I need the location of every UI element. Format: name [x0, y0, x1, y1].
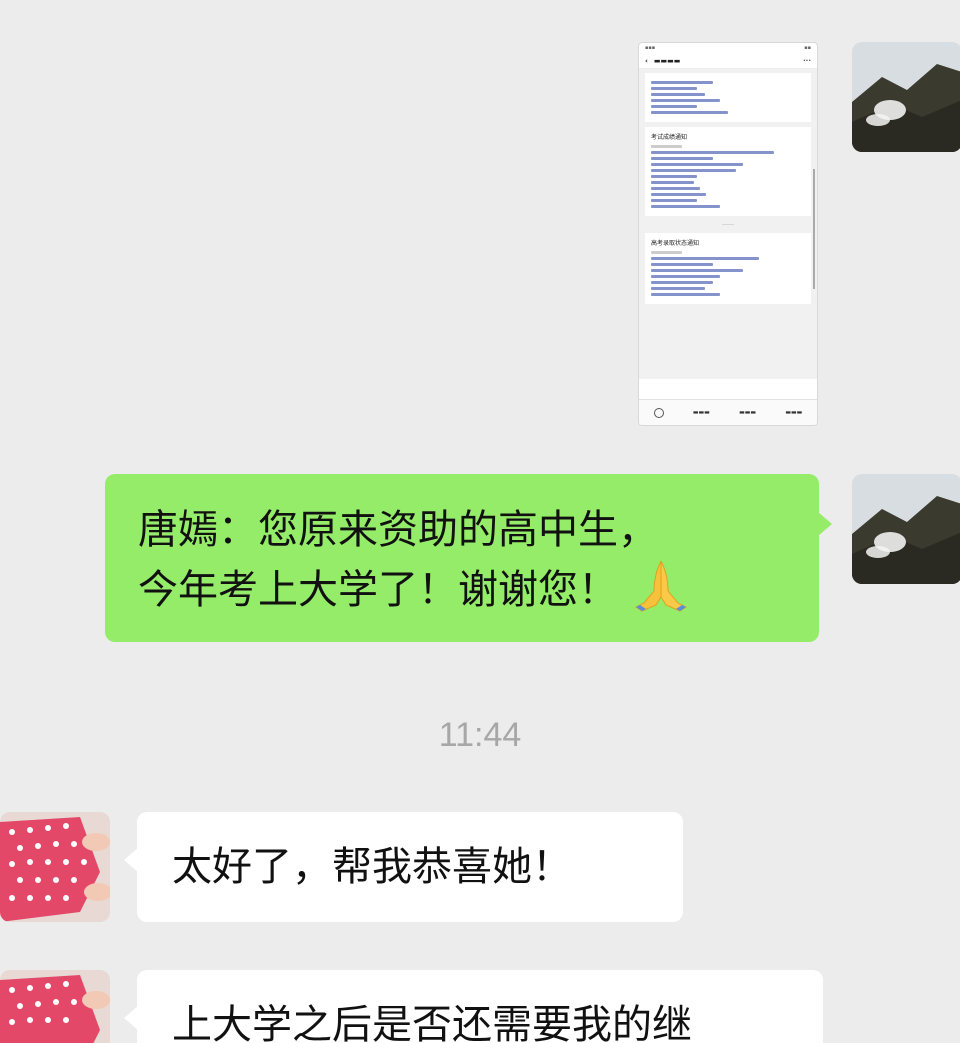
screenshot-bottom-menu: ▬▬▬ ▬▬▬ ▬▬▬	[639, 399, 817, 425]
screenshot-card-admission: 高考录取状态通知	[645, 233, 811, 304]
screenshot-body: 考试成绩通知 ───── 高考录取状态通知	[639, 69, 817, 379]
polka-dot-avatar-icon	[0, 812, 110, 922]
screenshot-status-bar: ▪▪▪ ▪▪	[645, 45, 811, 51]
message-text: 上大学之后是否还需要我的继	[172, 1002, 692, 1043]
message-bubble-received[interactable]: 上大学之后是否还需要我的继	[124, 970, 823, 1043]
avatar-contact[interactable]	[0, 812, 110, 922]
message-line-1: 唐嫣：您原来资助的高中生，	[138, 507, 658, 553]
image-message-screenshot[interactable]: ▪▪▪ ▪▪ ‹ ▬▬▬▬ ··· 考试成绩通知 ───── 高考录取状态通知 …	[638, 42, 818, 426]
mountain-avatar-icon	[852, 42, 960, 152]
avatar-self[interactable]	[852, 42, 960, 152]
message-bubble-sent[interactable]: 唐嫣：您原来资助的高中生， 今年考上大学了！谢谢您！	[105, 474, 832, 642]
keyboard-icon	[653, 407, 664, 418]
message-timestamp: 11:44	[438, 716, 522, 754]
avatar-self[interactable]	[852, 474, 960, 584]
polka-dot-avatar-icon	[0, 970, 110, 1043]
message-line-2: 今年考上大学了！谢谢您！	[138, 557, 819, 627]
mountain-avatar-icon	[852, 474, 960, 584]
avatar-contact[interactable]	[0, 970, 110, 1043]
folded-hands-icon	[632, 557, 690, 627]
screenshot-card-score: 考试成绩通知	[645, 127, 811, 216]
message-bubble-received[interactable]: 太好了，帮我恭喜她！	[124, 812, 683, 922]
screenshot-card-top	[645, 73, 811, 122]
screenshot-nav-bar: ‹ ▬▬▬▬ ···	[639, 53, 817, 69]
message-text: 太好了，帮我恭喜她！	[172, 844, 572, 890]
